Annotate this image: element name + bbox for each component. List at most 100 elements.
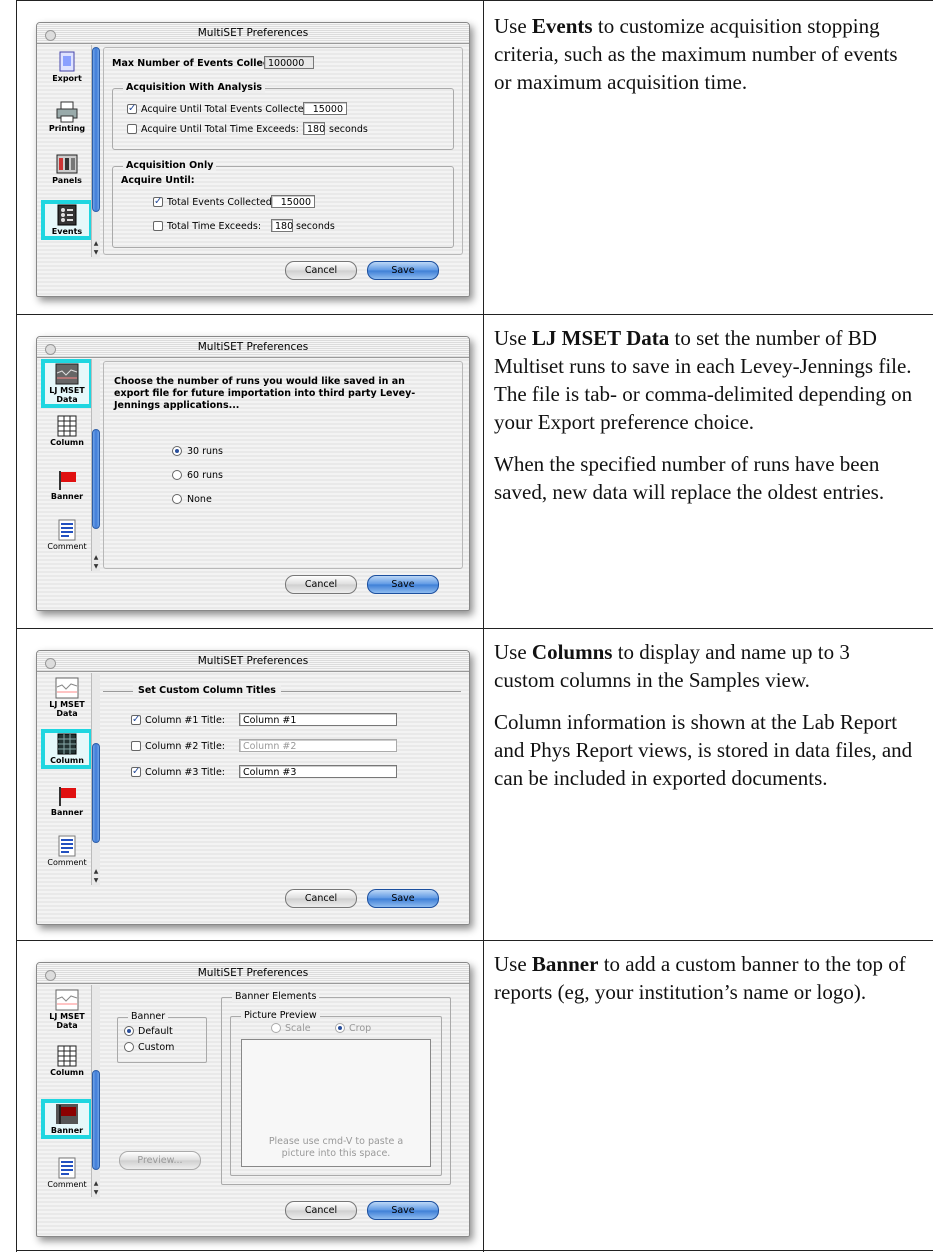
- column-3-checkbox[interactable]: ✓: [131, 767, 141, 777]
- preview-button[interactable]: Preview...: [119, 1151, 201, 1170]
- row-divider: [16, 628, 933, 629]
- scroll-down-arrow-icon[interactable]: ▼: [92, 1189, 100, 1196]
- cancel-button[interactable]: Cancel: [285, 1201, 357, 1220]
- cancel-button[interactable]: Cancel: [285, 261, 357, 280]
- row-divider: [16, 314, 933, 315]
- sidebar-scrollbar[interactable]: ▲ ▼: [91, 359, 100, 571]
- group-title: Banner: [128, 1011, 169, 1022]
- events-icon: [55, 204, 79, 226]
- column-2-checkbox[interactable]: [131, 741, 141, 751]
- sidebar-item-comment[interactable]: Comment: [45, 1157, 89, 1189]
- total-time-checkbox[interactable]: [153, 221, 163, 231]
- sidebar-item-banner[interactable]: Banner: [45, 469, 89, 501]
- paste-hint: Please use cmd-V to paste a picture into…: [268, 1136, 404, 1159]
- sidebar-item-column[interactable]: Column: [45, 415, 89, 447]
- acquire-time-input[interactable]: 180: [303, 122, 325, 135]
- save-button[interactable]: Save: [367, 575, 439, 594]
- scroll-down-arrow-icon[interactable]: ▼: [92, 877, 100, 884]
- picture-drop-area[interactable]: Please use cmd-V to paste a picture into…: [241, 1039, 431, 1167]
- radio-60-runs[interactable]: [172, 470, 182, 480]
- total-events-label: Total Events Collected:: [167, 197, 275, 208]
- seconds-label: seconds: [329, 124, 368, 135]
- window-buttons[interactable]: [45, 656, 59, 676]
- scroll-down-arrow-icon[interactable]: ▼: [92, 563, 100, 570]
- comment-icon: [55, 519, 79, 541]
- group-title: Picture Preview: [241, 1010, 320, 1021]
- sidebar-item-export[interactable]: Export: [45, 51, 89, 83]
- column-3-input[interactable]: Column #3: [239, 765, 397, 778]
- scroll-up-arrow-icon[interactable]: ▲: [92, 1180, 100, 1187]
- cancel-button[interactable]: Cancel: [285, 575, 357, 594]
- sidebar-item-lj-mset-data[interactable]: LJ MSET Data: [45, 989, 89, 1030]
- sidebar-item-lj-mset-data[interactable]: LJ MSET Data: [45, 677, 89, 718]
- scroll-down-arrow-icon[interactable]: ▼: [92, 249, 100, 256]
- description-banner: Use Banner to add a custom banner to the…: [494, 952, 906, 1004]
- radio-default[interactable]: [124, 1026, 134, 1036]
- banner-elements-group: Banner Elements Picture Preview Scale Cr…: [221, 991, 451, 1185]
- radio-30-runs[interactable]: [172, 446, 182, 456]
- sidebar-item-events[interactable]: Events: [41, 200, 93, 240]
- scroll-thumb[interactable]: [92, 47, 100, 212]
- total-time-label: Total Time Exceeds:: [167, 221, 262, 232]
- preferences-dialog: MultiSET Preferences LJ MSET Data Column…: [36, 336, 470, 611]
- save-button[interactable]: Save: [367, 1201, 439, 1220]
- dialog-title: MultiSET Preferences: [197, 655, 309, 667]
- acquire-events-checkbox[interactable]: ✓: [127, 104, 137, 114]
- panels-icon: [55, 153, 79, 175]
- sidebar-item-column[interactable]: Column: [45, 1045, 89, 1077]
- sidebar-scrollbar[interactable]: ▲ ▼: [91, 673, 100, 885]
- sidebar-item-banner[interactable]: Banner: [41, 1099, 93, 1139]
- printer-icon: [55, 101, 79, 123]
- save-button[interactable]: Save: [367, 261, 439, 280]
- radio-custom[interactable]: [124, 1042, 134, 1052]
- sidebar-item-panels[interactable]: Panels: [45, 153, 89, 185]
- window-buttons[interactable]: [45, 968, 59, 988]
- total-events-checkbox[interactable]: ✓: [153, 197, 163, 207]
- radio-crop[interactable]: [335, 1023, 345, 1033]
- scroll-thumb[interactable]: [92, 429, 100, 529]
- description-events: Use Events to customize acquisition stop…: [494, 14, 898, 94]
- scroll-thumb[interactable]: [92, 743, 100, 843]
- table-border-bottom: [16, 1250, 933, 1251]
- group-title: Acquisition Only: [123, 160, 217, 171]
- radio-scale[interactable]: [271, 1023, 281, 1033]
- description-lj-mset: Use LJ MSET Data to set the number of BD…: [494, 326, 913, 504]
- column-1-checkbox[interactable]: ✓: [131, 715, 141, 725]
- banner-flag-icon: [55, 469, 79, 491]
- sidebar-scrollbar[interactable]: ▲ ▼: [91, 985, 100, 1197]
- column-icon: [55, 733, 79, 755]
- banner-group: Banner Default Custom: [117, 1011, 207, 1063]
- sidebar-item-comment[interactable]: Comment: [45, 519, 89, 551]
- prefs-sidebar: Export Printing Panels Events: [41, 49, 93, 257]
- picture-preview-group: Picture Preview Scale Crop Please use cm…: [230, 1010, 442, 1176]
- column-2-input[interactable]: Column #2: [239, 739, 397, 752]
- window-buttons[interactable]: [45, 342, 59, 362]
- acquire-events-input[interactable]: 15000: [303, 102, 347, 115]
- window-buttons[interactable]: [45, 28, 59, 48]
- sidebar-item-banner[interactable]: Banner: [45, 785, 89, 817]
- scroll-up-arrow-icon[interactable]: ▲: [92, 868, 100, 875]
- column-1-input[interactable]: Column #1: [239, 713, 397, 726]
- radio-60-runs-label: 60 runs: [187, 470, 224, 481]
- sidebar-item-printing[interactable]: Printing: [45, 101, 89, 133]
- comment-icon: [55, 835, 79, 857]
- radio-none[interactable]: [172, 494, 182, 504]
- dialog-titlebar: MultiSET Preferences: [37, 23, 469, 44]
- sidebar-item-lj-mset-data[interactable]: LJ MSET Data: [41, 359, 93, 408]
- scroll-up-arrow-icon[interactable]: ▲: [92, 554, 100, 561]
- acquire-time-checkbox[interactable]: [127, 124, 137, 134]
- comment-icon: [55, 1157, 79, 1179]
- acquisition-only-group: Acquisition Only Acquire Until: ✓ Total …: [112, 160, 454, 248]
- scroll-thumb[interactable]: [92, 1070, 100, 1170]
- sidebar-item-column[interactable]: Column: [41, 729, 93, 769]
- export-icon: [55, 51, 79, 73]
- sidebar-scrollbar[interactable]: ▲ ▼: [91, 45, 100, 257]
- lj-chart-icon: [55, 363, 79, 385]
- save-button[interactable]: Save: [367, 889, 439, 908]
- total-events-input[interactable]: 15000: [271, 195, 315, 208]
- cancel-button[interactable]: Cancel: [285, 889, 357, 908]
- radio-none-label: None: [187, 494, 212, 505]
- sidebar-item-comment[interactable]: Comment: [45, 835, 89, 867]
- scroll-up-arrow-icon[interactable]: ▲: [92, 240, 100, 247]
- total-time-input[interactable]: 180: [271, 219, 293, 232]
